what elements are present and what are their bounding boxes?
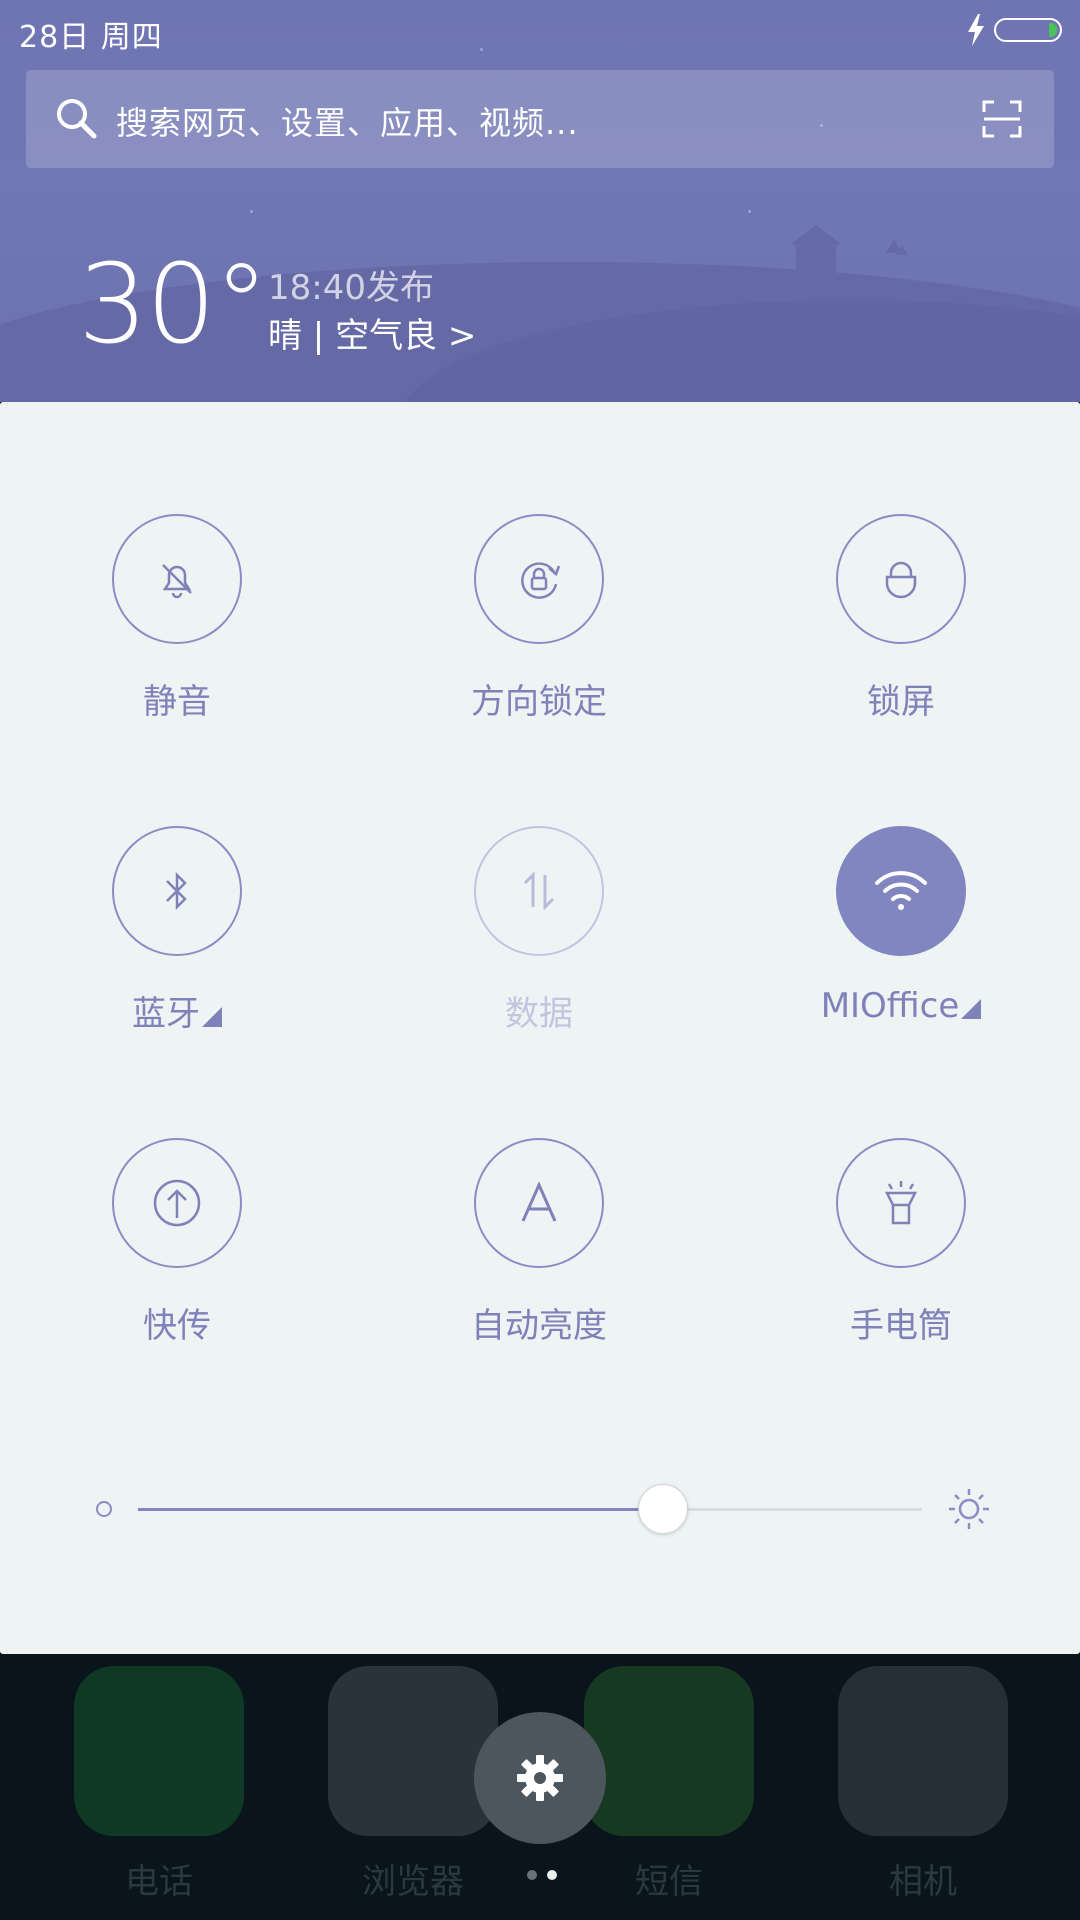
dock-app-label: 短信 bbox=[635, 1862, 703, 1902]
settings-button[interactable] bbox=[474, 1712, 606, 1844]
brightness-low-icon bbox=[96, 1501, 112, 1517]
toggle-lock-screen[interactable]: 锁屏 bbox=[781, 514, 1021, 754]
lock-icon bbox=[836, 514, 966, 644]
page-indicator bbox=[522, 1865, 562, 1884]
toggle-quick-transfer[interactable]: 快传 bbox=[57, 1138, 297, 1378]
brightness-high-icon bbox=[949, 1489, 989, 1529]
slider-track[interactable] bbox=[138, 1484, 922, 1534]
page-dot-active bbox=[547, 1870, 557, 1880]
toggle-rotation-lock[interactable]: 方向锁定 bbox=[419, 514, 659, 754]
mobile-data-icon bbox=[474, 826, 604, 956]
star-decoration bbox=[250, 210, 253, 213]
bluetooth-icon bbox=[112, 826, 242, 956]
toggle-wifi[interactable]: MIOffice bbox=[781, 826, 1021, 1066]
dock-app-label: 电话 bbox=[125, 1862, 193, 1902]
toggle-label: 数据 bbox=[505, 994, 573, 1034]
expand-triangle-icon[interactable] bbox=[202, 1007, 222, 1027]
page-dot bbox=[527, 1870, 537, 1880]
slider-thumb[interactable] bbox=[638, 1484, 689, 1534]
status-bar: 28日 周四 bbox=[0, 0, 1080, 60]
weather-publish-time: 18:40发布 bbox=[268, 268, 434, 308]
wifi-icon bbox=[836, 826, 966, 956]
search-input[interactable]: 搜索网页、设置、应用、视频... bbox=[116, 98, 579, 144]
toggle-label: 蓝牙 bbox=[132, 994, 200, 1034]
toggle-label-with-menu: 蓝牙 bbox=[17, 986, 337, 1035]
scan-icon[interactable] bbox=[982, 100, 1022, 138]
search-icon bbox=[57, 99, 97, 139]
gear-icon bbox=[517, 1755, 563, 1801]
flashlight-icon bbox=[836, 1138, 966, 1268]
browser-icon[interactable] bbox=[328, 1666, 498, 1836]
toggle-flashlight[interactable]: 手电筒 bbox=[781, 1138, 1021, 1378]
toggle-bluetooth[interactable]: 蓝牙 bbox=[57, 826, 297, 1066]
toggle-label: 静音 bbox=[143, 682, 211, 722]
toggle-label: 手电筒 bbox=[850, 1306, 952, 1346]
bell-off-icon bbox=[112, 514, 242, 644]
weather-condition-link[interactable]: 晴 | 空气良 > bbox=[268, 308, 476, 357]
status-date: 28日 周四 bbox=[19, 20, 163, 55]
toggle-label: MIOffice bbox=[820, 986, 960, 1026]
charging-icon bbox=[968, 14, 984, 46]
dock-app-label: 相机 bbox=[889, 1862, 957, 1902]
star-decoration bbox=[748, 210, 751, 213]
toggle-auto-brightness[interactable]: 自动亮度 bbox=[419, 1138, 659, 1378]
expand-triangle-icon[interactable] bbox=[961, 999, 982, 1019]
toggle-label-with-menu: MIOffice bbox=[741, 986, 1061, 1026]
battery-icon bbox=[994, 18, 1062, 42]
phone-icon[interactable] bbox=[74, 1666, 244, 1836]
dock-app-label: 浏览器 bbox=[362, 1862, 464, 1902]
toggle-label: 快传 bbox=[143, 1306, 211, 1346]
slider-fill bbox=[138, 1508, 664, 1511]
toggle-label: 锁屏 bbox=[867, 682, 935, 722]
toggle-label: 自动亮度 bbox=[471, 1306, 607, 1346]
weather-temperature[interactable]: 30° bbox=[78, 240, 269, 368]
messages-icon[interactable] bbox=[584, 1666, 754, 1836]
toggle-silent[interactable]: 静音 bbox=[57, 514, 297, 754]
rotation-lock-icon bbox=[474, 514, 604, 644]
home-dock: 电话 浏览器 短信 相机 bbox=[0, 1654, 1080, 1920]
upload-icon bbox=[112, 1138, 242, 1268]
auto-brightness-icon bbox=[474, 1138, 604, 1268]
toggle-label: 方向锁定 bbox=[471, 682, 607, 722]
control-panel: 静音 方向锁定 锁屏 蓝牙 数据 MIOffice 快传 自动亮度 手电筒 bbox=[0, 402, 1080, 1654]
weather-header: 28日 周四 搜索网页、设置、应用、视频... 30° 18:40发布 晴 | … bbox=[0, 0, 1080, 402]
toggle-mobile-data[interactable]: 数据 bbox=[419, 826, 659, 1066]
house-decoration bbox=[790, 225, 908, 275]
camera-icon[interactable] bbox=[838, 1666, 1008, 1836]
brightness-slider[interactable] bbox=[90, 1484, 1000, 1534]
search-bar[interactable]: 搜索网页、设置、应用、视频... bbox=[26, 70, 1054, 168]
